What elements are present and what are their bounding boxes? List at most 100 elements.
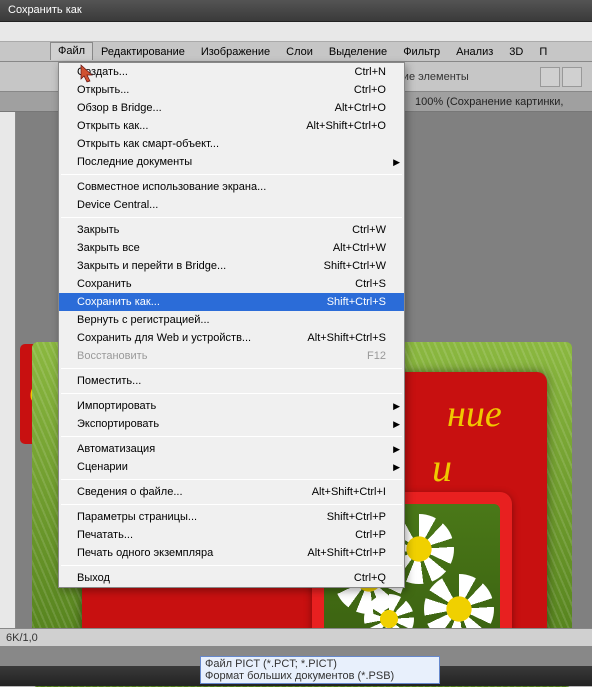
format-line-2: Формат больших документов (*.PSB) bbox=[205, 670, 435, 682]
menu-fileinfo[interactable]: Сведения о файле... Alt+Shift+Ctrl+I bbox=[59, 483, 404, 501]
menu-separator bbox=[61, 217, 402, 218]
menu-item-label: Совместное использование экрана... bbox=[77, 181, 266, 193]
menu-automate[interactable]: Автоматизация▶ bbox=[59, 440, 404, 458]
menu-open[interactable]: Открыть...Ctrl+O bbox=[59, 81, 404, 99]
menu-item-label: Сохранить для Web и устройств... bbox=[77, 332, 251, 344]
menu-separator bbox=[61, 565, 402, 566]
menu-item-label: Сохранить как... bbox=[77, 296, 160, 308]
menu-item-shortcut: Alt+Ctrl+O bbox=[335, 102, 386, 114]
menu-item-label: Последние документы bbox=[77, 156, 192, 168]
menu-item-label: Импортировать bbox=[77, 400, 156, 412]
menu-exit[interactable]: Выход Ctrl+Q bbox=[59, 569, 404, 587]
menu-separator bbox=[61, 504, 402, 505]
menu-browse-bridge[interactable]: Обзор в Bridge... Alt+Ctrl+O bbox=[59, 99, 404, 117]
status-bar: 6K/1,0 bbox=[0, 628, 592, 646]
menubar-file[interactable]: Файл bbox=[50, 42, 93, 60]
submenu-arrow-icon: ▶ bbox=[393, 157, 400, 168]
menu-item-shortcut: Alt+Shift+Ctrl+P bbox=[307, 547, 386, 559]
menu-item-label: Выход bbox=[77, 572, 110, 584]
window-title: Сохранить как bbox=[8, 4, 82, 16]
menu-item-label: Экспортировать bbox=[77, 418, 159, 430]
document-tab-text[interactable]: 100% (Сохранение картинки, bbox=[415, 96, 563, 108]
menu-print-one[interactable]: Печать одного экземпляра Alt+Shift+Ctrl+P bbox=[59, 544, 404, 562]
menu-item-shortcut: Alt+Ctrl+W bbox=[333, 242, 386, 254]
file-menu-dropdown: Создать...Ctrl+NОткрыть...Ctrl+OОбзор в … bbox=[58, 62, 405, 588]
menu-page-setup[interactable]: Параметры страницы... Shift+Ctrl+P bbox=[59, 508, 404, 526]
menu-import[interactable]: Импортировать ▶ bbox=[59, 397, 404, 415]
submenu-arrow-icon: ▶ bbox=[393, 401, 400, 412]
menu-item-label: Закрыть все bbox=[77, 242, 140, 254]
menu-item-shortcut: Ctrl+P bbox=[355, 529, 386, 541]
menu-item-label: Закрыть и перейти в Bridge... bbox=[77, 260, 226, 272]
menu-bar: Файл Редактирование Изображение Слои Выд… bbox=[0, 42, 592, 62]
menu-item-label: Поместить... bbox=[77, 375, 141, 387]
menu-item-shortcut: Ctrl+O bbox=[354, 84, 386, 96]
menu-share-screen[interactable]: Совместное использование экрана... bbox=[59, 178, 404, 196]
menu-print[interactable]: Печатать... Ctrl+P bbox=[59, 526, 404, 544]
menu-item-shortcut: Shift+Ctrl+P bbox=[327, 511, 386, 523]
menu-item-shortcut: Alt+Shift+Ctrl+S bbox=[307, 332, 386, 344]
menu-item-label: Обзор в Bridge... bbox=[77, 102, 162, 114]
window-title-bar: Сохранить как bbox=[0, 0, 592, 22]
menu-save-web[interactable]: Сохранить для Web и устройств... Alt+Shif… bbox=[59, 329, 404, 347]
menu-item-shortcut: Ctrl+Q bbox=[354, 572, 386, 584]
format-line-1: Файл PICT (*.PCT; *.PICT) bbox=[205, 658, 435, 670]
menu-close-bridge[interactable]: Закрыть и перейти в Bridge... Shift+Ctrl+… bbox=[59, 257, 404, 275]
menubar-filter[interactable]: Фильтр bbox=[395, 43, 448, 61]
menu-item-label: Сведения о файле... bbox=[77, 486, 183, 498]
menu-separator bbox=[61, 393, 402, 394]
card-text-line1: ние bbox=[447, 392, 502, 436]
menu-item-label: Печать одного экземпляра bbox=[77, 547, 213, 559]
menubar-3d[interactable]: 3D bbox=[501, 43, 531, 61]
menu-separator bbox=[61, 479, 402, 480]
menu-device-central[interactable]: Device Central... bbox=[59, 196, 404, 214]
menu-open-smart[interactable]: Открыть как смарт-объект... bbox=[59, 135, 404, 153]
screen-mode-icon[interactable] bbox=[562, 67, 582, 87]
menubar-analysis[interactable]: Анализ bbox=[448, 43, 501, 61]
menu-separator bbox=[61, 174, 402, 175]
ruler-vertical bbox=[0, 112, 16, 642]
menu-item-shortcut: Ctrl+N bbox=[355, 66, 386, 78]
menu-item-label: Создать... bbox=[77, 66, 128, 78]
menu-close[interactable]: Закрыть Ctrl+W bbox=[59, 221, 404, 239]
menubar-select[interactable]: Выделение bbox=[321, 43, 395, 61]
menu-item-label: Параметры страницы... bbox=[77, 511, 197, 523]
menu-item-label: Открыть как смарт-объект... bbox=[77, 138, 219, 150]
menu-open-as[interactable]: Открыть как...Alt+Shift+Ctrl+O bbox=[59, 117, 404, 135]
dialog-toolbar-strip bbox=[0, 22, 592, 42]
menu-revert: Восстановить F12 bbox=[59, 347, 404, 365]
menu-checkin[interactable]: Вернуть с регистрацией... bbox=[59, 311, 404, 329]
menu-export[interactable]: Экспортировать ▶ bbox=[59, 415, 404, 433]
menubar-layers[interactable]: Слои bbox=[278, 43, 321, 61]
card-text-line2: и bbox=[432, 444, 452, 491]
menubar-edit[interactable]: Редактирование bbox=[93, 43, 193, 61]
menu-save-as[interactable]: Сохранить как... Shift+Ctrl+S bbox=[59, 293, 404, 311]
menubar-truncated[interactable]: П bbox=[531, 43, 555, 61]
menu-item-shortcut: Shift+Ctrl+S bbox=[327, 296, 386, 308]
menu-item-label: Сценарии bbox=[77, 461, 128, 473]
submenu-arrow-icon: ▶ bbox=[393, 444, 400, 455]
menubar-image[interactable]: Изображение bbox=[193, 43, 278, 61]
status-zoom: 6K/1,0 bbox=[6, 632, 38, 644]
menu-item-label: Печатать... bbox=[77, 529, 133, 541]
menu-place[interactable]: Поместить... bbox=[59, 372, 404, 390]
menu-item-shortcut: Alt+Shift+Ctrl+I bbox=[312, 486, 386, 498]
menu-item-shortcut: Shift+Ctrl+W bbox=[324, 260, 386, 272]
menu-recent[interactable]: Последние документы ▶ bbox=[59, 153, 404, 171]
menu-save[interactable]: СохранитьCtrl+S bbox=[59, 275, 404, 293]
submenu-arrow-icon: ▶ bbox=[393, 419, 400, 430]
menu-scripts[interactable]: Сценарии ▶ bbox=[59, 458, 404, 476]
arrange-icon[interactable] bbox=[540, 67, 560, 87]
menu-close-all[interactable]: Закрыть все Alt+Ctrl+W bbox=[59, 239, 404, 257]
menu-item-label: Вернуть с регистрацией... bbox=[77, 314, 210, 326]
menu-item-label: Device Central... bbox=[77, 199, 158, 211]
menu-separator bbox=[61, 368, 402, 369]
submenu-arrow-icon: ▶ bbox=[393, 462, 400, 473]
menu-item-label: Открыть как... bbox=[77, 120, 148, 132]
menu-item-label: Восстановить bbox=[77, 350, 147, 362]
menu-new[interactable]: Создать... Ctrl+N bbox=[59, 63, 404, 81]
menu-item-shortcut: F12 bbox=[367, 350, 386, 362]
menu-item-label: Сохранить bbox=[77, 278, 132, 290]
menu-item-label: Закрыть bbox=[77, 224, 119, 236]
menu-item-shortcut: Ctrl+W bbox=[352, 224, 386, 236]
